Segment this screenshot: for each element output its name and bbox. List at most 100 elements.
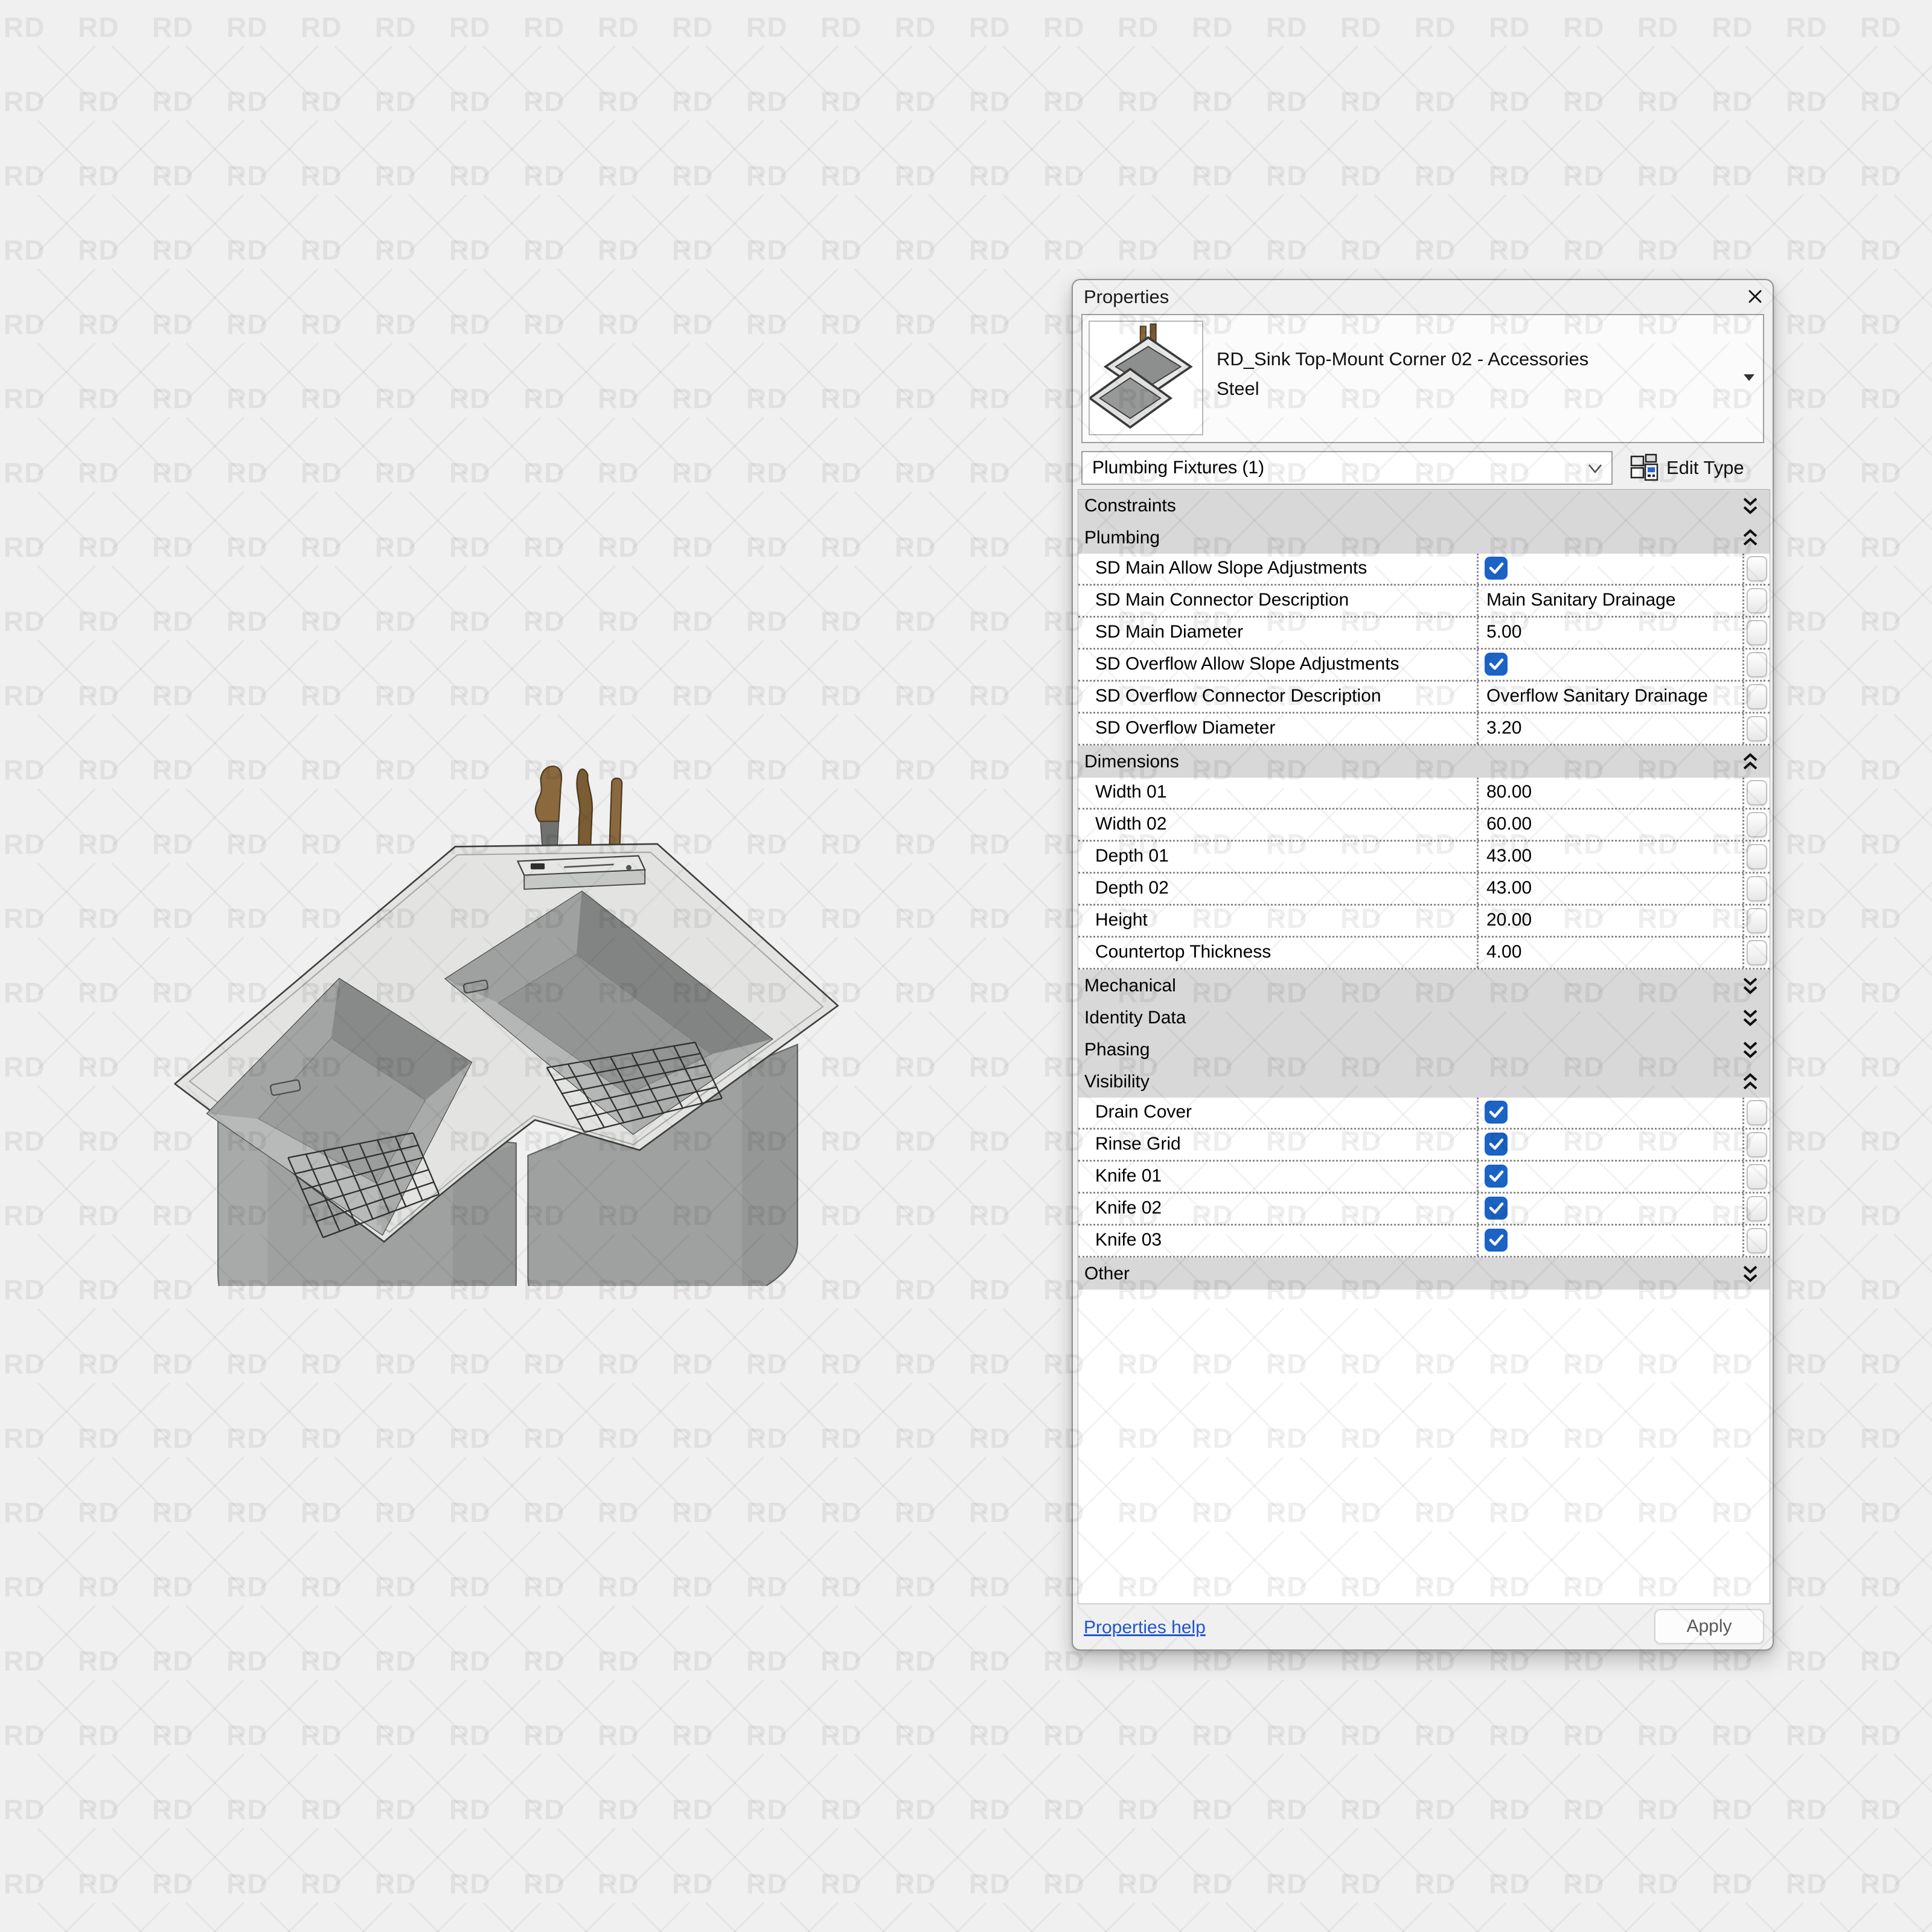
watermark-x-pattern — [1671, 1902, 1729, 1932]
type-dropdown-arrow-icon[interactable] — [1742, 373, 1756, 382]
watermark-text: RD — [1786, 85, 1827, 118]
watermark-x-pattern — [1448, 1828, 1506, 1886]
watermark-text: RD — [1786, 1867, 1827, 1900]
watermark-text: RD — [1786, 1273, 1827, 1306]
associate-parameter-button[interactable] — [1747, 716, 1767, 741]
watermark-text: RD — [1786, 382, 1827, 415]
watermark-x-pattern — [1820, 417, 1878, 475]
watermark-text: RD — [4, 159, 45, 192]
section-header-plumbing[interactable]: Plumbing — [1078, 522, 1770, 554]
associate-parameter-button[interactable] — [1747, 588, 1767, 613]
watermark-x-pattern — [112, 491, 170, 549]
watermark-x-pattern — [260, 1383, 318, 1441]
watermark-text: RD — [598, 1645, 639, 1677]
watermark-text: RD — [1340, 159, 1381, 192]
associate-parameter-button[interactable] — [1747, 556, 1767, 581]
checkbox-checked[interactable] — [1485, 653, 1508, 676]
associate-parameter-button[interactable] — [1747, 1228, 1767, 1253]
watermark-text: RD — [449, 308, 490, 341]
section-header-visibility[interactable]: Visibility — [1078, 1066, 1770, 1098]
section-header-identity-data[interactable]: Identity Data — [1078, 1002, 1770, 1034]
associate-parameter-button[interactable] — [1747, 940, 1767, 965]
watermark-x-pattern — [1894, 1160, 1932, 1218]
section-header-other[interactable]: Other — [1078, 1258, 1770, 1290]
apply-button[interactable]: Apply — [1654, 1609, 1764, 1644]
watermark-text: RD — [375, 605, 416, 638]
watermark-text: RD — [226, 382, 267, 415]
watermark-text: RD — [226, 308, 267, 341]
property-value[interactable]: 5.00 — [1486, 618, 1521, 647]
watermark-text: RD — [1043, 159, 1084, 192]
section-header-dimensions[interactable]: Dimensions — [1078, 746, 1770, 778]
property-value[interactable]: 4.00 — [1486, 938, 1521, 967]
checkbox-checked[interactable] — [1485, 1133, 1508, 1156]
watermark-x-pattern — [1003, 343, 1061, 401]
type-selector[interactable]: RD_Sink Top-Mount Corner 02 - Accessorie… — [1081, 314, 1764, 443]
associate-parameter-button[interactable] — [1747, 620, 1767, 645]
edit-type-button[interactable]: Edit Type — [1628, 451, 1764, 485]
watermark-text: RD — [152, 159, 193, 192]
sink-3d-model[interactable] — [72, 682, 918, 1286]
watermark-x-pattern — [1003, 1011, 1061, 1069]
checkbox-checked[interactable] — [1485, 1229, 1508, 1252]
checkbox-checked[interactable] — [1485, 1101, 1508, 1124]
checkbox-checked[interactable] — [1485, 1197, 1508, 1220]
property-value[interactable]: 43.00 — [1486, 874, 1532, 903]
watermark-x-pattern — [260, 1605, 318, 1663]
watermark-x-pattern — [1226, 1902, 1284, 1932]
watermark-x-pattern — [1374, 1828, 1432, 1886]
watermark-text: RD — [226, 1348, 267, 1380]
associate-parameter-button[interactable] — [1747, 780, 1767, 805]
watermark-text: RD — [895, 1867, 936, 1900]
section-header-mechanical[interactable]: Mechanical — [1078, 970, 1770, 1002]
watermark-text: RD — [78, 1348, 119, 1380]
properties-help-link[interactable]: Properties help — [1084, 1617, 1206, 1638]
watermark-text: RD — [375, 1496, 416, 1529]
associate-parameter-button[interactable] — [1747, 1164, 1767, 1189]
property-value[interactable]: 60.00 — [1486, 810, 1532, 839]
watermark-x-pattern — [1523, 120, 1581, 178]
watermark-x-pattern — [632, 1828, 689, 1886]
associate-parameter-button[interactable] — [1747, 812, 1767, 837]
watermark-text: RD — [152, 456, 193, 489]
associate-parameter-button[interactable] — [1747, 844, 1767, 869]
watermark-text: RD — [672, 1422, 713, 1454]
property-value[interactable]: 20.00 — [1486, 906, 1532, 935]
checkbox-checked[interactable] — [1485, 1165, 1508, 1188]
watermark-text: RD — [1192, 1867, 1233, 1900]
associate-parameter-button[interactable] — [1747, 876, 1767, 901]
associate-parameter-button[interactable] — [1747, 652, 1767, 677]
associate-parameter-button[interactable] — [1747, 1132, 1767, 1157]
property-value-cell — [1477, 1130, 1742, 1160]
watermark-text: RD — [449, 1719, 490, 1751]
section-header-constraints[interactable]: Constraints — [1078, 490, 1770, 522]
watermark-text: RD — [1340, 1867, 1381, 1900]
watermark-x-pattern — [1003, 194, 1061, 252]
associate-parameter-button[interactable] — [1747, 908, 1767, 933]
watermark-x-pattern — [1003, 1234, 1061, 1292]
watermark-x-pattern — [186, 566, 244, 624]
property-value[interactable]: 3.20 — [1486, 714, 1521, 743]
property-value[interactable]: Main Sanitary Drainage — [1486, 586, 1676, 615]
property-value[interactable]: Overflow Sanitary Drainage — [1486, 682, 1708, 711]
watermark-x-pattern — [483, 566, 541, 624]
filter-combobox[interactable]: Plumbing Fixtures (1) — [1081, 451, 1613, 485]
checkbox-checked[interactable] — [1485, 557, 1508, 580]
close-icon[interactable] — [1746, 287, 1764, 305]
watermark-x-pattern — [1745, 120, 1803, 178]
watermark-text: RD — [301, 1867, 342, 1900]
associate-parameter-button[interactable] — [1747, 1100, 1767, 1125]
property-value[interactable]: 43.00 — [1486, 842, 1532, 871]
watermark-x-pattern — [1820, 937, 1878, 995]
associate-parameter-button[interactable] — [1747, 684, 1767, 709]
watermark-text: RD — [1786, 828, 1827, 860]
watermark-x-pattern — [854, 1680, 912, 1738]
watermark-text: RD — [301, 11, 342, 43]
property-value[interactable]: 80.00 — [1486, 778, 1532, 807]
watermark-x-pattern — [1374, 1754, 1432, 1812]
watermark-text: RD — [746, 1793, 787, 1826]
watermark-text: RD — [1637, 1719, 1678, 1751]
associate-parameter-button[interactable] — [1747, 1196, 1767, 1221]
watermark-text: RD — [1118, 234, 1159, 266]
section-header-phasing[interactable]: Phasing — [1078, 1034, 1770, 1066]
